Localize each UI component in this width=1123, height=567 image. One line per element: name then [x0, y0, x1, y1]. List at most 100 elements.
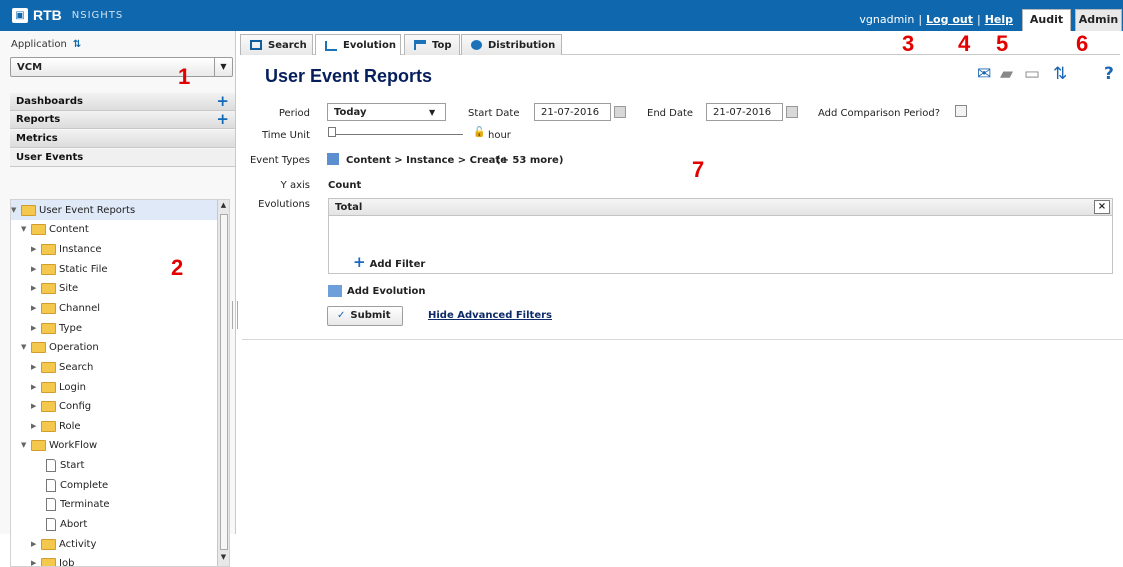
tree-item-login[interactable]: ▶Login — [31, 377, 86, 397]
slider-handle[interactable] — [328, 127, 336, 137]
folder-icon — [41, 283, 56, 294]
logo-mark: ▣ — [12, 8, 28, 23]
hide-advanced-filters-link[interactable]: Hide Advanced Filters — [428, 310, 552, 321]
tree-item-user-event-reports[interactable]: ▼User Event Reports — [11, 200, 219, 220]
search-tab-icon — [250, 40, 262, 50]
tree-item-type[interactable]: ▶Type — [31, 318, 82, 338]
tree-item-workflow[interactable]: ▼WorkFlow — [21, 435, 97, 455]
folder-icon — [41, 382, 56, 393]
expanded-icon: ▼ — [21, 441, 31, 449]
tree-item-config[interactable]: ▶Config — [31, 396, 91, 416]
add-icon[interactable]: + — [216, 110, 229, 128]
tab-admin[interactable]: Admin — [1075, 9, 1122, 31]
end-date-input[interactable]: 21-07-2016 — [706, 103, 783, 121]
report-tabs: Search Evolution Top Distribution — [240, 34, 1120, 55]
help-link[interactable]: Help — [985, 13, 1013, 26]
add-icon[interactable]: + — [216, 92, 229, 110]
tree-item-operation[interactable]: ▼Operation — [21, 337, 99, 357]
panel-resizer-handle[interactable] — [232, 301, 238, 329]
page-title: User Event Reports — [265, 66, 432, 87]
folder-icon — [41, 539, 56, 550]
annotation-1: 1 — [178, 64, 190, 90]
event-types-more[interactable]: (+ 53 more) — [496, 155, 563, 166]
tree-item-site[interactable]: ▶Site — [31, 278, 78, 298]
email-icon[interactable]: ✉ — [977, 64, 991, 84]
tab-top[interactable]: Top — [404, 34, 460, 55]
tree-item-abort[interactable]: Abort — [46, 514, 87, 534]
folder-icon — [41, 558, 56, 567]
end-date-label: End Date — [647, 108, 693, 119]
event-types-icon[interactable] — [327, 153, 339, 165]
folder-icon — [41, 323, 56, 334]
collapsed-icon: ▶ — [31, 265, 41, 273]
help-icon[interactable]: ? — [1104, 64, 1114, 84]
section-divider — [242, 339, 1123, 340]
folder-icon — [21, 205, 36, 216]
collapsed-icon: ▶ — [31, 363, 41, 371]
expanded-icon: ▼ — [21, 343, 31, 351]
print-icon[interactable]: ▰ — [1000, 64, 1013, 84]
add-evolution-icon — [328, 285, 342, 297]
expanded-icon: ▼ — [21, 225, 31, 233]
sidebar-section-reports[interactable]: Reports+ — [10, 111, 235, 129]
tree-item-activity[interactable]: ▶Activity — [31, 534, 96, 554]
calendar-icon[interactable] — [786, 106, 798, 118]
period-label: Period — [278, 108, 310, 119]
tab-search[interactable]: Search — [240, 34, 313, 55]
application-select[interactable]: VCM▼ — [10, 57, 233, 77]
user-area: vgnadmin|Log out|Help — [859, 13, 1013, 26]
tree-item-role[interactable]: ▶Role — [31, 416, 81, 436]
time-unit-slider[interactable] — [328, 134, 463, 135]
tab-distribution[interactable]: Distribution — [461, 34, 562, 55]
folder-icon — [41, 401, 56, 412]
start-date-input[interactable]: 21-07-2016 — [534, 103, 611, 121]
annotation-3: 3 — [902, 31, 914, 57]
period-dropdown-icon[interactable]: ▼ — [429, 108, 435, 117]
tree-item-search[interactable]: ▶Search — [31, 357, 93, 377]
collapsed-icon: ▶ — [31, 383, 41, 391]
event-types-value[interactable]: Content > Instance > Create — [346, 155, 507, 166]
evolutions-label: Evolutions — [249, 199, 310, 210]
expanded-icon: ▼ — [11, 206, 21, 214]
add-evolution-button[interactable]: Add Evolution — [328, 285, 426, 297]
application-label: Application⇅ — [11, 39, 81, 50]
refresh-icon[interactable]: ⇅ — [1053, 64, 1067, 84]
scroll-down-icon[interactable]: ▼ — [219, 553, 228, 565]
export-icon[interactable]: ▭ — [1024, 64, 1040, 84]
tab-evolution[interactable]: Evolution — [315, 34, 401, 56]
annotation-4: 4 — [958, 31, 970, 57]
tree-item-static-file[interactable]: ▶Static File — [31, 259, 108, 279]
tree-item-start[interactable]: Start — [46, 455, 84, 475]
scroll-up-icon[interactable]: ▲ — [219, 201, 228, 213]
plus-icon: + — [353, 253, 366, 271]
submit-button[interactable]: ✓Submit — [327, 306, 403, 326]
folder-icon — [41, 362, 56, 373]
tree-item-complete[interactable]: Complete — [46, 475, 108, 495]
annotation-7: 7 — [692, 157, 704, 183]
bar-list-icon — [414, 40, 426, 50]
tree-item-job[interactable]: ▶Job — [31, 553, 74, 567]
tab-audit[interactable]: Audit — [1022, 9, 1071, 31]
sidebar-section-user-events[interactable]: User Events — [10, 149, 235, 167]
brand-name: RTB — [33, 7, 62, 23]
annotation-6: 6 — [1076, 31, 1088, 57]
top-bar: ▣ RTB NSIGHTS vgnadmin|Log out|Help Audi… — [0, 0, 1123, 31]
comparison-checkbox[interactable] — [955, 105, 967, 117]
unlock-icon[interactable]: 🔓 — [473, 127, 485, 138]
close-icon[interactable]: × — [1094, 200, 1110, 214]
check-icon: ✓ — [337, 310, 345, 321]
tree-item-channel[interactable]: ▶Channel — [31, 298, 100, 318]
add-filter-button[interactable]: +Add Filter — [353, 253, 425, 271]
sidebar-section-metrics[interactable]: Metrics — [10, 130, 235, 148]
folder-icon — [31, 224, 46, 235]
scrollbar-thumb[interactable] — [220, 214, 228, 550]
y-axis-value: Count — [328, 180, 361, 191]
chevron-down-icon: ▼ — [214, 58, 232, 76]
tree-item-content[interactable]: ▼Content — [21, 219, 89, 239]
tree-item-terminate[interactable]: Terminate — [46, 494, 110, 514]
calendar-icon[interactable] — [614, 106, 626, 118]
tree-item-instance[interactable]: ▶Instance — [31, 239, 102, 259]
tree-scrollbar[interactable]: ▲ ▼ — [217, 200, 229, 566]
logout-link[interactable]: Log out — [926, 13, 973, 26]
sidebar-section-dashboards[interactable]: Dashboards+ — [10, 93, 235, 111]
